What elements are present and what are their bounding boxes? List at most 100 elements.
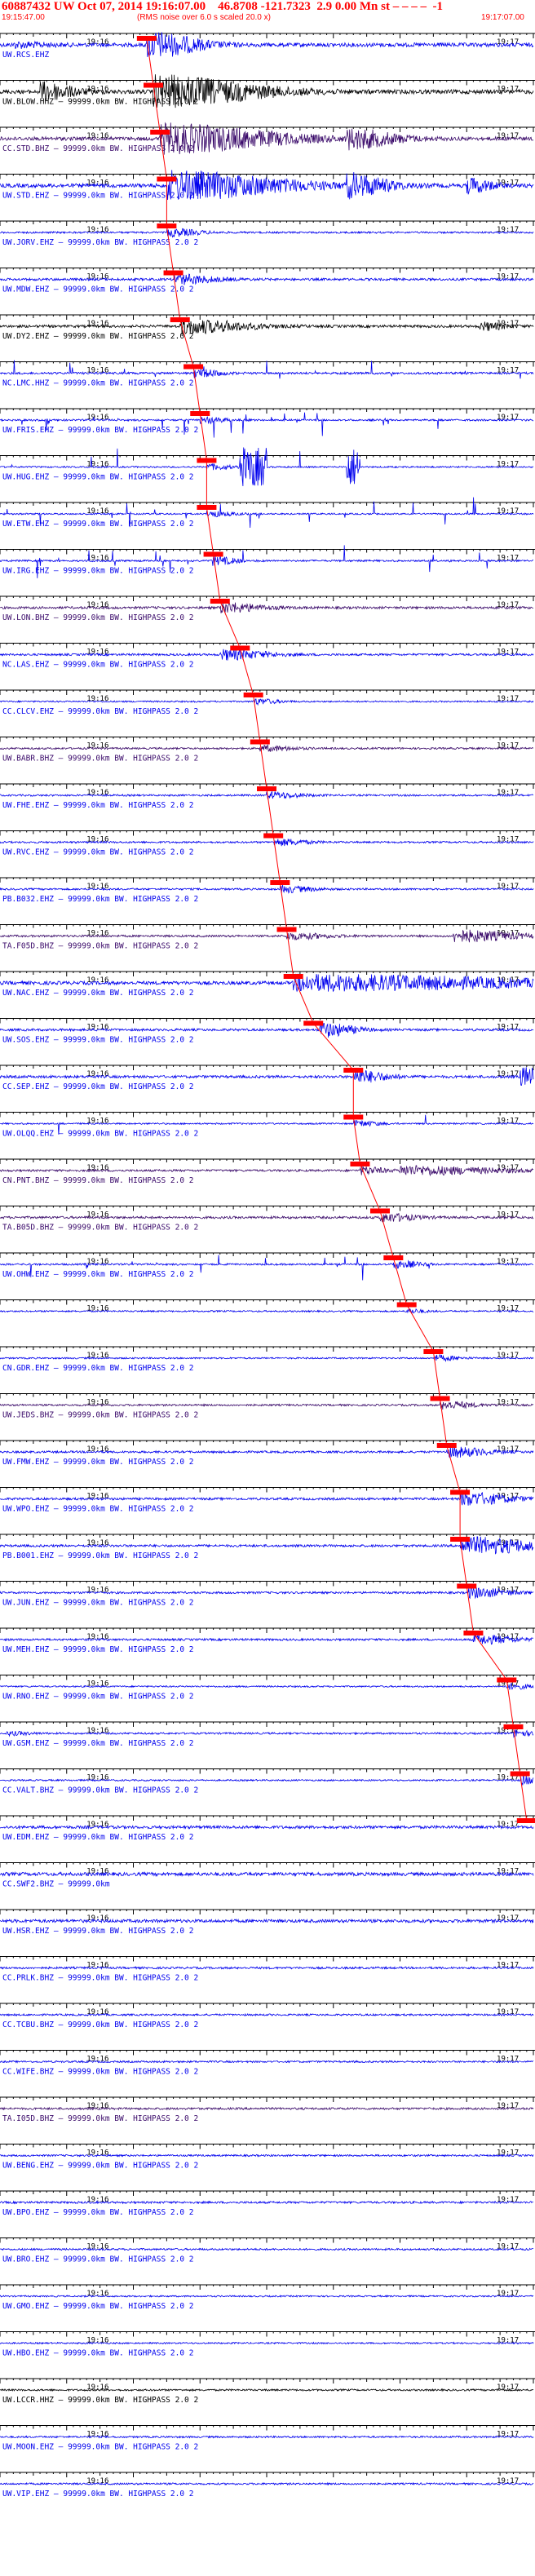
start-time: 19:15:47.00 [2,13,45,22]
trace-uw-fris-ehz: 19:16 19:17UW.FRIS.EHZ – 99999.0km BW. HI… [0,408,535,438]
station-label: UW.ETW.EHZ – 99999.0km BW. HIGHPASS 2.0 … [2,520,194,529]
waveform [0,1445,534,1458]
station-label: UW.WPO.EHZ – 99999.0km BW. HIGHPASS 2.0 … [2,1505,194,1514]
event-title: 60887432 UW Oct 07, 2014 19:16:07.00 46.… [2,0,443,13]
trace-cn-pnt-bhz: 19:16 19:17CN.PNT.BHZ – 99999.0km BW. HIG… [0,1158,535,1185]
waveform [0,2295,534,2299]
waveform [0,838,534,847]
trace-uw-babr-bhz: 19:16 19:17UW.BABR.BHZ – 99999.0km BW. HI… [0,737,535,764]
trace-cc-swf2-bhz: 19:16 19:17CC.SWF2.BHZ – 99999.0km [0,1862,535,1889]
trace-uw-sos-ehz: 19:16 19:17UW.SOS.EHZ – 99999.0km BW. HIG… [0,1018,535,1045]
waveform [0,929,534,943]
trace-uw-hood-ehz: 19:16 19:17 [0,1299,535,1315]
trace-cc-tcbu-bhz: 19:16 19:17CC.TCBU.BHZ – 99999.0km BW. HI… [0,2003,535,2029]
waveform [0,1401,534,1410]
station-label: UW.BLOW.HHZ – 99999.0km BW. HIGHPASS 2.0… [2,98,198,107]
tick-label-left: 19:16 [86,1305,108,1313]
waveform [0,1683,534,1690]
station-label: UW.LCCR.HHZ – 99999.0km BW. HIGHPASS 2.0… [2,2396,198,2405]
station-label: CC.SWF2.BHZ – 99999.0km [2,1880,110,1889]
pick-marker [516,1818,535,1823]
trace-uw-hsr-ehz: 19:16 19:17UW.HSR.EHZ – 99999.0km BW. HIG… [0,1909,535,1936]
waveform [0,698,534,706]
station-label: UW.MDW.EHZ – 99999.0km BW. HIGHPASS 2.0 … [2,285,194,294]
waveform [0,648,534,661]
trace-uw-mdw-ehz: 19:16 19:17UW.MDW.EHZ – 99999.0km BW. HIG… [0,268,535,294]
trace-uw-moon-ehz: 19:16 19:17UW.MOON.EHZ – 99999.0km BW. HI… [0,2425,535,2452]
station-label: UW.FRIS.EHZ – 99999.0km BW. HIGHPASS 2.0… [2,426,198,435]
trace-uw-gsm-ehz: 19:16 19:17UW.GSM.EHZ – 99999.0km BW. HIG… [0,1721,535,1748]
station-label: UW.HSR.EHZ – 99999.0km BW. HIGHPASS 2.0 … [2,1927,194,1936]
trace-cc-sep-ehz: 19:16 19:17CC.SEP.EHZ – 99999.0km BW. HIG… [0,1064,535,1091]
trace-uw-lon-bhz: 19:16 19:17UW.LON.BHZ – 99999.0km BW. HIG… [0,595,535,622]
station-label: CC.WIFE.BHZ – 99999.0km BW. HIGHPASS 2.0… [2,2068,198,2077]
station-label: UW.SOS.EHZ – 99999.0km BW. HIGHPASS 2.0 … [2,1036,194,1045]
station-label: UW.EDM.EHZ – 99999.0km BW. HIGHPASS 2.0 … [2,1833,194,1842]
station-label: CC.TCBU.BHZ – 99999.0km BW. HIGHPASS 2.0… [2,2021,198,2029]
trace-uw-ohw-ehz: 19:16 19:17UW.OHW.EHZ – 99999.0km BW. HIG… [0,1252,535,1281]
station-label: TA.B05D.BHZ – 99999.0km BW. HIGHPASS 2.0… [2,1224,198,1233]
station-label: UW.RCS.EHZ [2,51,49,60]
waveform [0,2481,534,2486]
trace-pb-b032-ehz: 19:16 19:17PB.B032.EHZ – 99999.0km BW. HI… [0,877,535,904]
waveform [0,1775,534,1786]
trace-cc-prlk-bhz: 19:16 19:17CC.PRLK.BHZ – 99999.0km BW. HI… [0,1956,535,1983]
station-label: PB.B001.EHZ – 99999.0km BW. HIGHPASS 2.0… [2,1551,198,1560]
station-label: UW.BRO.EHZ – 99999.0km BW. HIGHPASS 2.0 … [2,2255,194,2264]
trace-nc-las-ehz: 19:16 19:17NC.LAS.EHZ – 99999.0km BW. HIG… [0,643,535,670]
waveform [0,2012,534,2017]
station-label: CN.GDR.EHZ – 99999.0km BW. HIGHPASS 2.0 … [2,1364,194,1373]
waveform [0,2388,534,2392]
station-label: UW.LON.BHZ – 99999.0km BW. HIGHPASS 2.0 … [2,613,194,622]
station-label: UW.JUN.EHZ – 99999.0km BW. HIGHPASS 2.0 … [2,1599,194,1608]
trace-ta-f05d-bhz: 19:16 19:17TA.F05D.BHZ – 99999.0km BW. HI… [0,924,535,951]
waveform [0,744,534,752]
trace-uw-bro-ehz: 19:16 19:17UW.BRO.EHZ – 99999.0km BW. HIG… [0,2237,535,2264]
trace-uw-bpo-ehz: 19:16 19:17UW.BPO.EHZ – 99999.0km BW. HIG… [0,2190,535,2217]
station-label: UW.HUG.EHZ – 99999.0km BW. HIGHPASS 2.0 … [2,473,194,482]
trace-cc-wife-bhz: 19:16 19:17CC.WIFE.BHZ – 99999.0km BW. HI… [0,2050,535,2077]
trace-uw-rcs-ehz: 19:16 19:17UW.RCS.EHZ [0,32,535,60]
station-label: NC.LMC.HHZ – 99999.0km BW. HIGHPASS 2.0 … [2,379,194,388]
waveform [0,1354,534,1362]
station-label: UW.NAC.EHZ – 99999.0km BW. HIGHPASS 2.0 … [2,989,194,998]
trace-nc-lmc-hhz: 19:16 19:17NC.LMC.HHZ – 99999.0km BW. HIG… [0,360,535,388]
station-label: UW.RVC.EHZ – 99999.0km BW. HIGHPASS 2.0 … [2,848,194,857]
station-label: UW.BENG.EHZ – 99999.0km BW. HIGHPASS 2.0… [2,2162,198,2171]
trace-uw-hug-ehz: 19:16 19:17UW.HUG.EHZ – 99999.0km BW. HIG… [0,447,535,487]
trace-uw-olqq-ehz: 19:16 19:17UW.OLQQ.EHZ – 99999.0km BW. HI… [0,1112,535,1139]
seismogram-plot: 19:16 19:17UW.RCS.EHZ19:16 19:17UW.BLOW.HH… [0,32,535,2499]
waveform [0,1308,534,1315]
trace-uw-rno-ehz: 19:16 19:17UW.RNO.EHZ – 99999.0km BW. HIG… [0,1675,535,1702]
trace-uw-dy2-ehz: 19:16 19:17UW.DY2.EHZ – 99999.0km BW. HIG… [0,314,535,341]
waveform [0,1213,534,1223]
waveform [0,1728,534,1738]
waveform [0,2435,534,2439]
trace-ta-i05d-bhz: 19:16 19:17TA.I05D.BHZ – 99999.0km BW. HI… [0,2096,535,2123]
waveform [0,1586,534,1600]
header: 60887432 UW Oct 07, 2014 19:16:07.00 46.… [0,0,535,23]
trace-uw-rvc-ehz: 19:16 19:17UW.RVC.EHZ – 99999.0km BW. HIG… [0,830,535,857]
station-label: TA.F05D.BHZ – 99999.0km BW. HIGHPASS 2.0… [2,942,198,951]
station-label: UW.GMO.EHZ – 99999.0km BW. HIGHPASS 2.0 … [2,2302,194,2311]
station-label: CC.CLCV.EHZ – 99999.0km BW. HIGHPASS 2.0… [2,707,198,716]
trace-uw-beng-ehz: 19:16 19:17UW.BENG.EHZ – 99999.0km BW. HI… [0,2144,535,2171]
station-label: UW.GSM.EHZ – 99999.0km BW. HIGHPASS 2.0 … [2,1739,194,1748]
trace-cc-std-bhz: 19:16 19:17CC.STD.BHZ – 99999.0km BW. HIG… [0,122,535,155]
tick-label-right: 19:17 [497,1070,519,1078]
waveform [0,273,534,285]
trace-cn-gdr-ehz: 19:16 19:17CN.GDR.EHZ – 99999.0km BW. HIG… [0,1346,535,1373]
station-label: CC.SEP.EHZ – 99999.0km BW. HIGHPASS 2.0 … [2,1082,194,1091]
end-time: 19:17:07.00 [481,13,524,22]
rms-note: (RMS noise over 6.0 s scaled 20.0 x) [137,13,271,22]
waveform [0,2341,534,2345]
trace-uw-edm-ehz: 19:16 19:17UW.EDM.EHZ – 99999.0km BW. HIG… [0,1815,535,1842]
trace-uw-vip-ehz: 19:16 19:17UW.VIP.EHZ – 99999.0km BW. HIG… [0,2472,535,2499]
trace-uw-etw-ehz: 19:16 19:17UW.ETW.EHZ – 99999.0km BW. HIG… [0,497,535,529]
station-label: UW.VIP.EHZ – 99999.0km BW. HIGHPASS 2.0 … [2,2490,194,2499]
station-label: UW.JEDS.BHZ – 99999.0km BW. HIGHPASS 2.0… [2,1411,198,1420]
trace-cc-clcv-ehz: 19:16 19:17CC.CLCV.EHZ – 99999.0km BW. HI… [0,689,535,716]
station-label: CC.VALT.BHZ – 99999.0km BW. HIGHPASS 2.0… [2,1786,198,1795]
moveout-line [146,38,528,1821]
tick-label-left: 19:16 [86,2290,108,2298]
